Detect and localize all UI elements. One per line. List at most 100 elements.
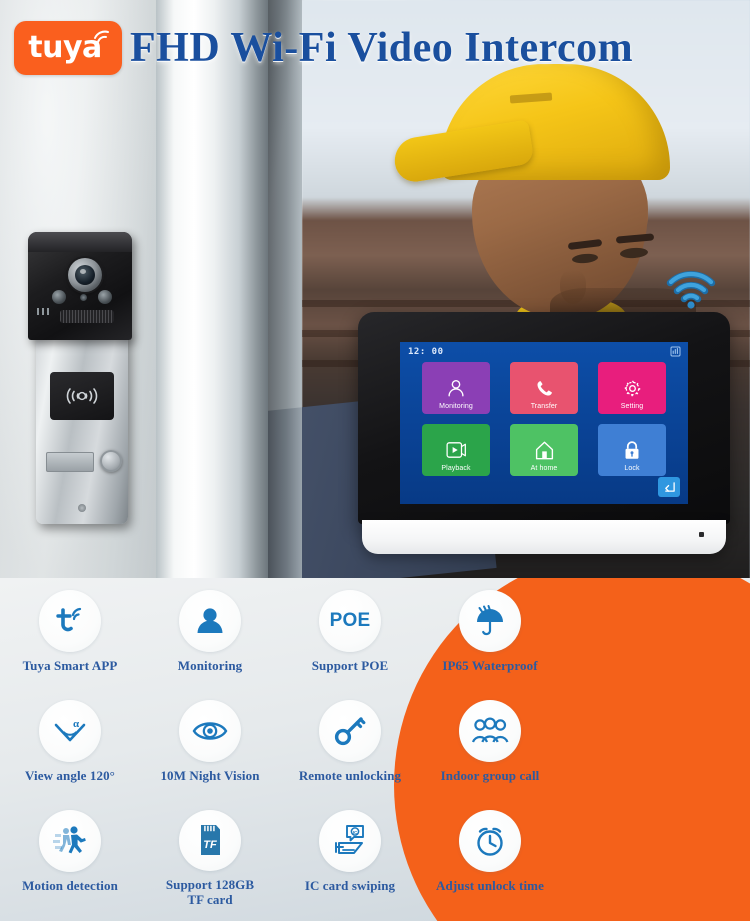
person-eyebrow <box>567 238 603 251</box>
feature-ip65-waterproof: IP65 Waterproof <box>420 590 560 688</box>
feature-icon-circle <box>459 700 521 762</box>
group-people-icon <box>471 717 509 743</box>
feature-view-angle: α View angle 120° <box>0 700 140 798</box>
feature-ic-card-swiping: IC IC card swiping <box>280 810 420 908</box>
gear-icon <box>623 379 641 397</box>
station-screw <box>78 504 86 512</box>
feature-monitoring: Monitoring <box>140 590 280 688</box>
feature-indoor-group-call: Indoor group call <box>420 700 560 798</box>
feature-label: Support 128GB TF card <box>165 877 255 908</box>
person-eye <box>571 252 599 265</box>
tile-label: Lock <box>624 465 640 472</box>
tile-playback[interactable]: Playback <box>422 424 490 476</box>
feature-panel: Tuya Smart APP Monitoring POE Support PO… <box>0 578 750 921</box>
person-icon <box>448 379 464 397</box>
feature-label: 10M Night Vision <box>160 768 260 783</box>
eye-icon <box>192 722 228 740</box>
call-button[interactable] <box>100 450 122 472</box>
tile-at-home[interactable]: At home <box>510 424 578 476</box>
tile-label: Setting <box>620 403 644 410</box>
feature-night-vision: 10M Night Vision <box>140 700 280 798</box>
tf-card-label: TF <box>203 839 217 851</box>
wall-pillar <box>156 0 268 580</box>
tile-transfer[interactable]: Transfer <box>510 362 578 414</box>
feature-label: IP65 Waterproof <box>442 658 538 673</box>
rfid-reader-pad[interactable] <box>50 372 114 420</box>
tile-label: Monitoring <box>439 403 473 410</box>
feature-icon-circle <box>459 590 521 652</box>
indoor-monitor: 12: 00 Monitoring Transfer Setting Playb… <box>358 312 730 560</box>
person-icon <box>197 608 223 633</box>
monitor-screen[interactable]: 12: 00 Monitoring Transfer Setting Playb… <box>400 342 688 504</box>
feature-motion-detection: Motion detection <box>0 810 140 908</box>
status-leds <box>37 308 51 315</box>
tile-label: Playback <box>441 465 471 472</box>
rfid-wave-icon <box>66 388 98 404</box>
station-nameplate-window <box>46 452 94 472</box>
feature-remote-unlocking: Remote unlocking <box>280 700 420 798</box>
feature-icon-circle: TF <box>179 810 241 872</box>
feature-icon-circle <box>459 810 521 872</box>
station-speaker-grille <box>60 310 114 323</box>
feature-icon-circle <box>39 810 101 872</box>
station-visor <box>28 232 132 252</box>
feature-label: Remote unlocking <box>298 768 402 783</box>
person-nose <box>560 270 586 304</box>
feature-icon-circle: POE <box>319 590 381 652</box>
feature-tuya-smart-app: Tuya Smart APP <box>0 590 140 688</box>
lock-icon <box>625 440 639 459</box>
person-eyebrow <box>615 233 655 244</box>
feature-label: Motion detection <box>22 878 118 893</box>
page-title: FHD Wi-Fi Video Intercom <box>130 25 634 71</box>
tile-lock[interactable]: Lock <box>598 424 666 476</box>
product-marketing-image: 12: 00 Monitoring Transfer Setting Playb… <box>0 0 750 921</box>
monitor-base <box>362 520 726 554</box>
home-icon <box>535 441 553 459</box>
feature-icon-circle <box>179 590 241 652</box>
wifi-icon <box>666 271 716 309</box>
feature-label: Monitoring <box>177 658 243 673</box>
feature-label: View angle 120° <box>25 768 115 783</box>
hero-scene: 12: 00 Monitoring Transfer Setting Playb… <box>0 0 750 580</box>
key-icon <box>334 717 366 746</box>
feature-tf-card: TF Support 128GB TF card <box>140 810 280 908</box>
lens-glint <box>80 269 86 274</box>
play-icon <box>446 442 466 458</box>
feature-icon-circle <box>319 700 381 762</box>
station-camera-head <box>28 232 132 340</box>
tf-card-icon: TF <box>201 824 220 855</box>
title-bar: tuya FHD Wi-Fi Video Intercom <box>0 18 750 78</box>
poe-text-icon: POE <box>329 610 371 631</box>
angle-alpha-label: α <box>73 718 80 730</box>
station-body <box>36 332 128 524</box>
feature-icon-circle <box>39 590 101 652</box>
tuya-logo: tuya <box>14 21 122 75</box>
monitor-clock: 12: 00 <box>408 347 444 357</box>
tile-label: At home <box>530 465 558 472</box>
tuya-app-icon <box>56 607 82 632</box>
tile-setting[interactable]: Setting <box>598 362 666 414</box>
signal-icon <box>670 346 681 357</box>
tile-monitoring[interactable]: Monitoring <box>422 362 490 414</box>
monitor-app-grid: Monitoring Transfer Setting Playback At … <box>422 362 666 476</box>
ir-led <box>52 290 66 304</box>
cap-logo <box>509 92 553 104</box>
tuya-wifi-icon <box>94 30 109 43</box>
feature-icon-circle: α <box>39 700 101 762</box>
feature-support-poe: POE Support POE <box>280 590 420 688</box>
feature-label: Support POE <box>311 658 389 673</box>
outdoor-doorbell-station <box>24 232 136 524</box>
feature-label: IC card swiping <box>304 878 396 893</box>
person-eye <box>619 247 649 259</box>
running-person-icon <box>53 826 86 854</box>
power-led <box>699 532 704 537</box>
ic-label: IC <box>353 830 358 835</box>
light-sensor <box>80 294 87 301</box>
back-arrow-icon <box>664 482 675 492</box>
wifi-badge <box>662 266 720 310</box>
lens-inner <box>75 265 95 285</box>
ic-card-hand-icon: IC <box>335 825 364 854</box>
umbrella-rain-icon <box>477 605 503 636</box>
monitor-back-button[interactable] <box>658 477 680 497</box>
view-angle-icon: α <box>54 718 86 742</box>
